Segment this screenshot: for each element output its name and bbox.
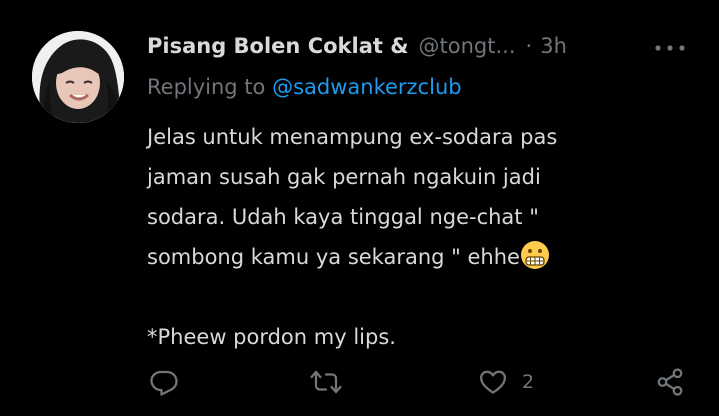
replying-to-mention[interactable]: @sadwankerzclub [272,75,462,99]
reply-icon [150,370,178,396]
separator-dot: · [525,34,533,58]
tweet-text: Jelas untuk menampung ex-sodara pas jama… [147,117,667,357]
grimacing-face-emoji [520,241,549,269]
share-button[interactable] [654,362,686,402]
avatar[interactable] [32,31,124,123]
retweet-button[interactable] [309,362,343,402]
share-icon [657,368,683,396]
more-options-icon [655,45,685,51]
tweet-header: Pisang Bolen Coklat & @tongt... · 3h [147,34,707,64]
reply-button[interactable] [149,362,179,402]
author-name[interactable]: Pisang Bolen Coklat & [147,34,409,58]
tweet-timestamp[interactable]: 3h [540,34,567,58]
tweet-line: jaman susah gak pernah ngakuin jadi [147,165,541,189]
tweet-line: sombong kamu ya sekarang " ehhe [147,245,520,269]
tweet-line [147,277,667,317]
tweet-line: sodara. Udah kaya tinggal nge-chat " [147,205,539,229]
heart-icon [480,370,506,394]
tweet-line: Jelas untuk menampung ex-sodara pas [147,125,558,149]
tweet-line: *Pheew pordon my lips. [147,325,396,349]
retweet-icon [310,370,342,394]
author-handle[interactable]: @tongt... [419,34,516,58]
replying-to: Replying to @sadwankerzclub [147,75,462,99]
like-button[interactable]: 2 [478,362,534,402]
tweet[interactable]: Pisang Bolen Coklat & @tongt... · 3h Rep… [0,0,719,416]
avatar-photo [32,31,124,123]
tweet-line-with-emoji: sombong kamu ya sekarang " ehhe [147,237,667,277]
more-options-button[interactable] [650,36,690,60]
like-count: 2 [522,371,535,393]
action-bar: 2 [0,362,719,402]
replying-prefix: Replying to [147,75,273,99]
